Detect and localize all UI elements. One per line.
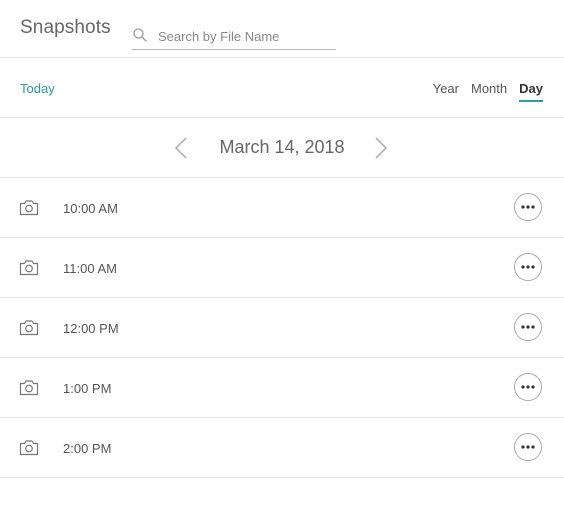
ellipsis-icon (521, 265, 535, 269)
current-date: March 14, 2018 (219, 137, 345, 157)
snapshot-time: 1:00 PM (63, 381, 112, 396)
view-nav: Today Year Month Day (0, 58, 564, 118)
camera-icon (19, 200, 39, 216)
search-input[interactable] (158, 26, 334, 46)
snapshot-time: 11:00 AM (63, 261, 117, 276)
search-icon (133, 28, 147, 42)
snapshot-list: 10:00 AM 11:00 AM 12:00 PM 1:00 PM 2:00 … (0, 178, 564, 478)
ellipsis-icon (521, 445, 535, 449)
chevron-left-icon[interactable] (173, 136, 189, 160)
list-item[interactable]: 2:00 PM (0, 418, 564, 478)
header: Snapshots (0, 0, 564, 58)
more-options-button[interactable] (514, 433, 542, 461)
camera-icon (19, 320, 39, 336)
snapshot-time: 2:00 PM (63, 441, 112, 456)
date-navigator: March 14, 2018 (0, 118, 564, 178)
snapshot-time: 12:00 PM (63, 321, 119, 336)
ellipsis-icon (521, 205, 535, 209)
camera-icon (19, 440, 39, 456)
tab-day[interactable]: Day (519, 81, 543, 102)
camera-icon (19, 380, 39, 396)
chevron-right-icon[interactable] (373, 136, 389, 160)
list-item[interactable]: 11:00 AM (0, 238, 564, 298)
search-box[interactable] (132, 25, 336, 50)
more-options-button[interactable] (514, 193, 542, 221)
list-item[interactable]: 10:00 AM (0, 178, 564, 238)
more-options-button[interactable] (514, 373, 542, 401)
more-options-button[interactable] (514, 253, 542, 281)
list-item[interactable]: 12:00 PM (0, 298, 564, 358)
ellipsis-icon (521, 385, 535, 389)
tab-year[interactable]: Year (433, 81, 459, 102)
page-title: Snapshots (20, 17, 111, 38)
snapshots-page: Snapshots Today Year Month Day March 14,… (0, 0, 564, 521)
more-options-button[interactable] (514, 313, 542, 341)
view-tabs: Year Month Day (421, 81, 543, 102)
snapshot-time: 10:00 AM (63, 201, 118, 216)
camera-icon (19, 260, 39, 276)
today-link[interactable]: Today (20, 81, 55, 96)
tab-month[interactable]: Month (471, 81, 507, 102)
list-item[interactable]: 1:00 PM (0, 358, 564, 418)
ellipsis-icon (521, 325, 535, 329)
